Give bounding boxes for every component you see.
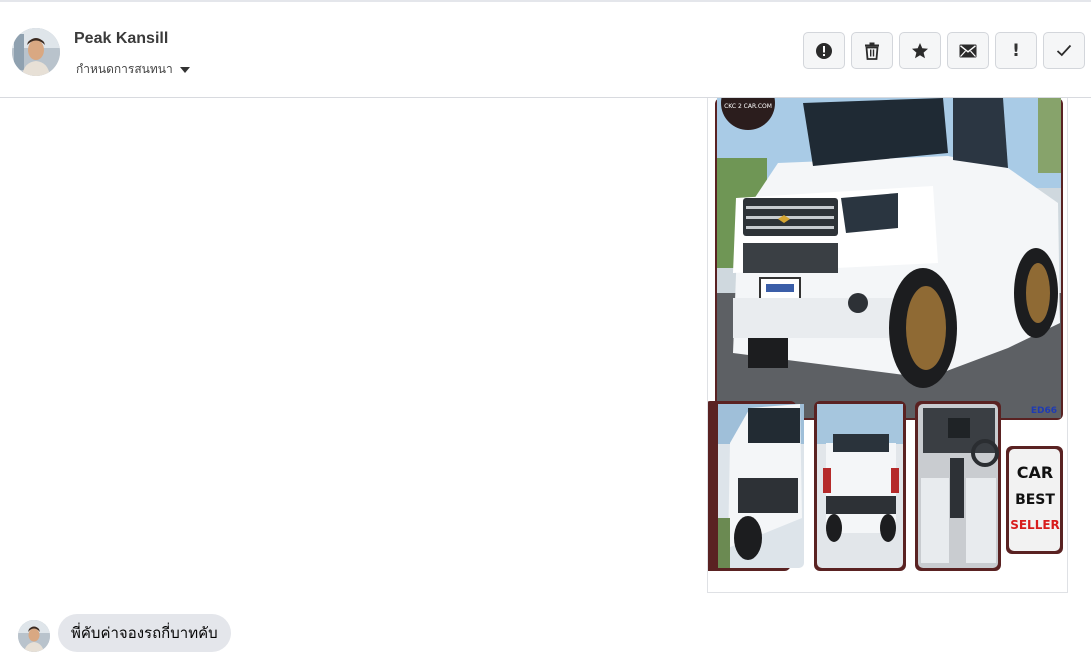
check-icon	[1056, 44, 1072, 57]
contact-name[interactable]: Peak Kansill	[74, 30, 168, 48]
star-icon	[912, 42, 928, 58]
badge-car-text: CAR	[1017, 463, 1053, 482]
conversation-settings-label: กำหนดการสนทนา	[76, 62, 173, 76]
mark-unread-button[interactable]	[947, 32, 989, 69]
mark-spam-button[interactable]	[803, 32, 845, 69]
follow-up-button[interactable]: !	[995, 32, 1037, 69]
conversation-actions: !	[803, 32, 1085, 69]
listing-code: ED66	[1031, 406, 1057, 416]
badge-best-text: BEST	[1015, 492, 1055, 508]
contact-avatar[interactable]	[12, 28, 60, 76]
envelope-icon	[959, 44, 977, 57]
car-listing-image: CKC 2 CAR.COM ED66 CAR BEST SELLER	[708, 98, 1067, 592]
watermark-text: CKC 2 CAR.COM	[724, 103, 772, 110]
caret-down-icon	[179, 66, 190, 73]
conversation-header: Peak Kansill กำหนดการสนทนา !	[0, 3, 1091, 98]
exclamation-icon: !	[1012, 40, 1020, 61]
star-button[interactable]	[899, 32, 941, 69]
trash-icon	[865, 42, 879, 60]
image-attachment[interactable]: CKC 2 CAR.COM ED66 CAR BEST SELLER	[707, 98, 1068, 593]
sender-avatar[interactable]	[18, 620, 50, 652]
mark-done-button[interactable]	[1043, 32, 1085, 69]
badge-seller-text: SELLER	[1010, 518, 1060, 532]
top-divider	[0, 0, 1091, 2]
delete-button[interactable]	[851, 32, 893, 69]
message-bubble[interactable]: พี่คับค่าจองรถกี่บาทคับ	[58, 614, 231, 652]
alert-circle-icon	[816, 42, 832, 59]
conversation-settings-dropdown[interactable]: กำหนดการสนทนา	[76, 60, 190, 79]
